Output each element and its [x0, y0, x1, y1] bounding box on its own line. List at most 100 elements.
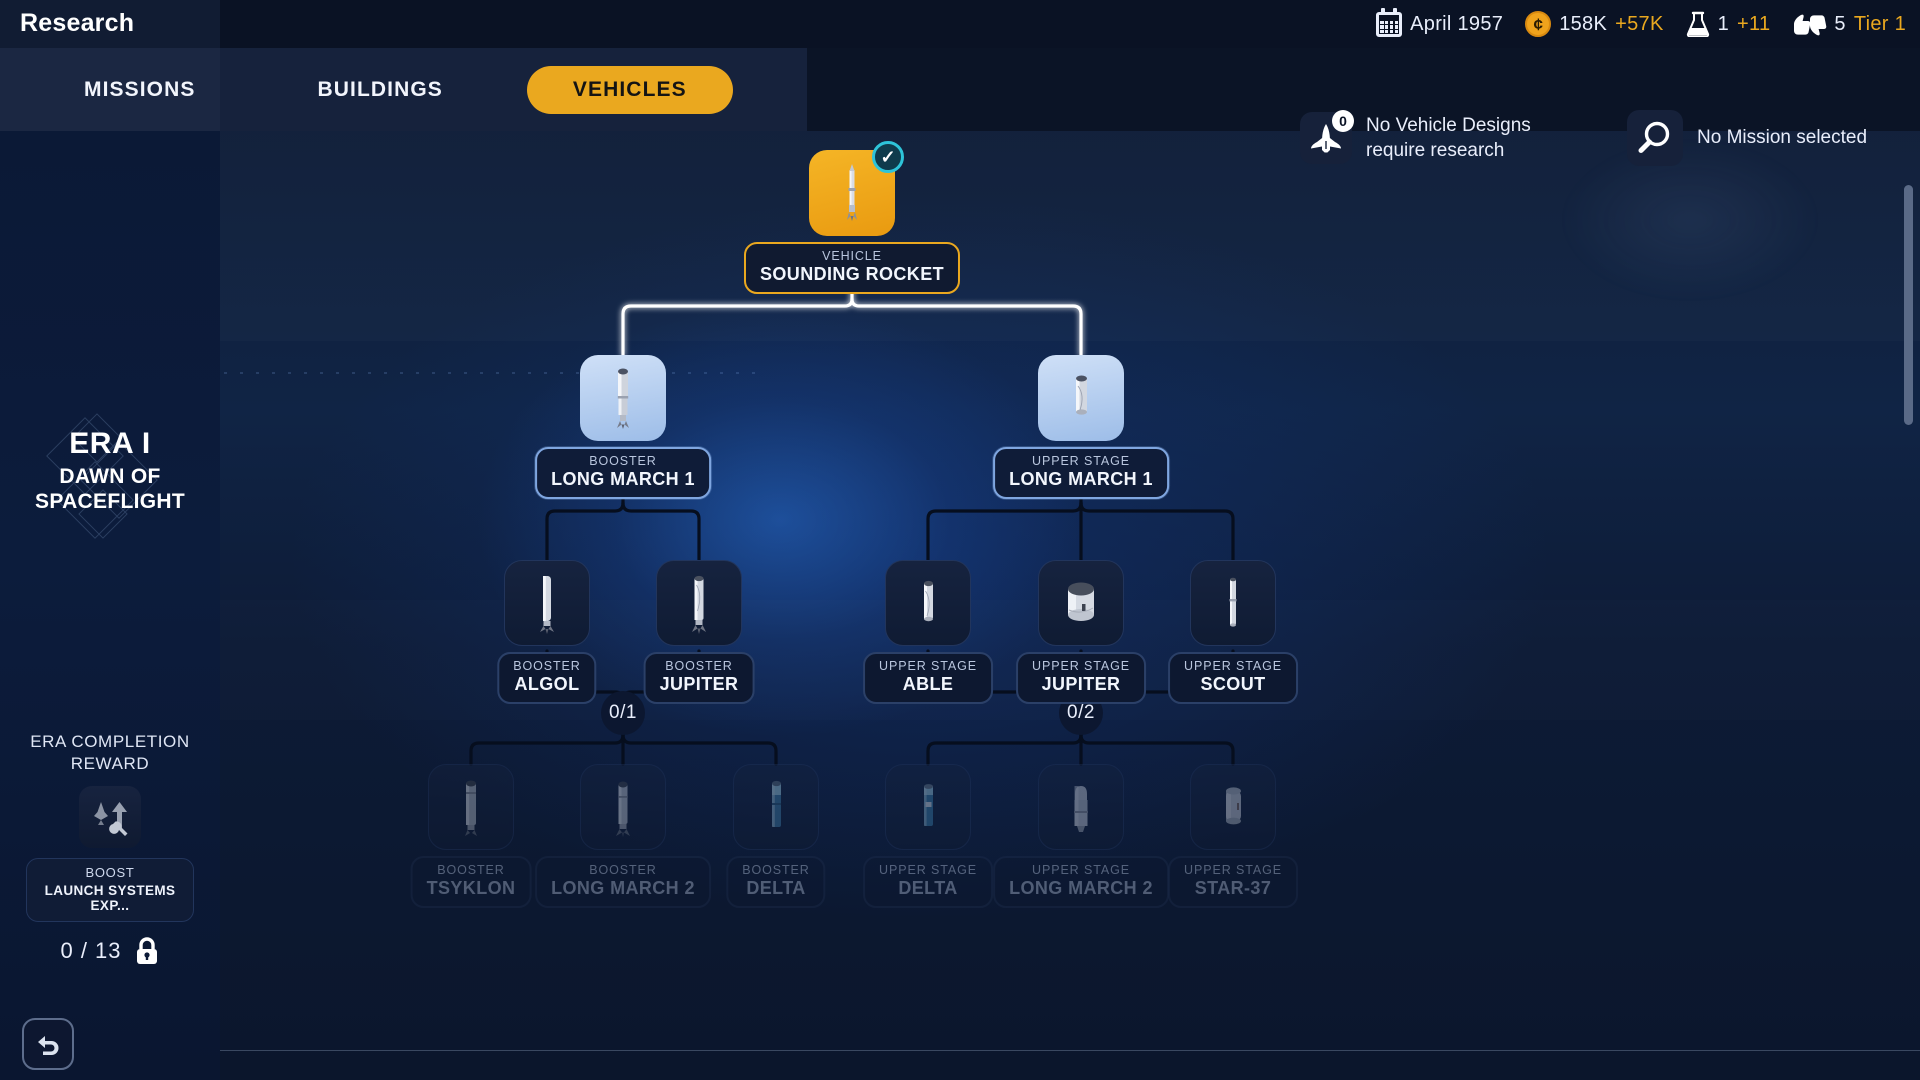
vehicle-research-notification[interactable]: 0 No Vehicle Designs require research: [1300, 96, 1531, 179]
boost-wrench-icon: [94, 802, 128, 836]
vertical-scrollbar[interactable]: [1904, 140, 1913, 1070]
lock-icon: [136, 937, 157, 964]
node-booster-delta-label[interactable]: BOOSTER DELTA: [726, 856, 826, 908]
reward-label-line1: ERA COMPLETION: [30, 732, 190, 751]
node-booster-algol-tile[interactable]: [504, 560, 590, 646]
node-name: JUPITER: [1041, 674, 1121, 694]
reputation-value: 5: [1834, 12, 1846, 35]
node-upper-stage-long-march-1-tile[interactable]: [1038, 355, 1124, 441]
science-value: 1: [1717, 12, 1730, 35]
node-booster-long-march-1-label[interactable]: BOOSTER LONG MARCH 1: [535, 447, 711, 499]
research-tree: 0/1 0/2 ✓ VEHICLE SOUNDING ROCKET BOOSTE…: [220, 131, 1920, 1080]
mission-selector[interactable]: No Mission selected: [1627, 96, 1867, 179]
node-category: BOOSTER: [742, 863, 810, 877]
node-upper-stage-long-march-2-tile[interactable]: [1038, 764, 1124, 850]
node-booster-long-march-2-tile[interactable]: [580, 764, 666, 850]
resource-reputation[interactable]: 5 Tier 1: [1792, 0, 1906, 48]
node-name: LONG MARCH 2: [1009, 878, 1153, 898]
node-booster-long-march-2-label[interactable]: BOOSTER LONG MARCH 2: [535, 856, 711, 908]
search-icon-box[interactable]: [1627, 109, 1683, 166]
node-category: BOOSTER: [589, 454, 657, 468]
node-upper-stage-star-37-tile[interactable]: [1190, 764, 1276, 850]
booster-lm2-icon: [616, 781, 630, 837]
back-arrow-icon: [38, 1036, 59, 1055]
node-name: SOUNDING ROCKET: [759, 264, 945, 284]
node-category: UPPER STAGE: [879, 659, 977, 673]
era-progress-count: 0 / 13: [60, 938, 122, 963]
node-category: UPPER STAGE: [1184, 659, 1282, 673]
search-icon: [1638, 121, 1670, 153]
node-booster-tsyklon-tile[interactable]: [428, 764, 514, 850]
node-upper-stage-long-march-2-label[interactable]: UPPER STAGE LONG MARCH 2: [993, 856, 1169, 908]
stage-lm2-icon: [1074, 786, 1088, 832]
tab-vehicles[interactable]: VEHICLES: [526, 65, 733, 114]
node-upper-stage-star-37-label[interactable]: UPPER STAGE STAR-37: [1168, 856, 1298, 908]
resource-funds[interactable]: ¢ 158K +57K: [1525, 0, 1663, 48]
node-upper-stage-delta-tile[interactable]: [885, 764, 971, 850]
node-category: UPPER STAGE: [1032, 659, 1130, 673]
node-name: JUPITER: [659, 674, 739, 694]
stage-scout-icon: [1229, 577, 1237, 627]
node-name: DELTA: [746, 878, 806, 898]
node-booster-long-march-1-tile[interactable]: [580, 355, 666, 441]
era-completion-reward-label: ERA COMPLETION REWARD: [0, 731, 220, 775]
stage-delta-icon: [924, 784, 933, 826]
node-booster-tsyklon-label[interactable]: BOOSTER TSYKLON: [410, 856, 532, 908]
node-category: UPPER STAGE: [1184, 863, 1282, 877]
node-name: SCOUT: [1200, 674, 1266, 694]
node-upper-stage-able-tile[interactable]: [885, 560, 971, 646]
node-name: LONG MARCH 1: [551, 469, 695, 489]
node-upper-stage-jupiter-tile[interactable]: [1038, 560, 1124, 646]
node-booster-algol-label[interactable]: BOOSTER ALGOL: [497, 652, 597, 704]
back-button[interactable]: [22, 1018, 74, 1070]
node-name: STAR-37: [1194, 878, 1272, 898]
reputation-tier: Tier 1: [1853, 12, 1906, 35]
node-booster-jupiter-label[interactable]: BOOSTER JUPITER: [643, 652, 755, 704]
node-sounding-rocket-label[interactable]: VEHICLE SOUNDING ROCKET: [743, 242, 961, 294]
booster-tsyklon-icon: [465, 780, 477, 836]
stage-lm1-icon: [1076, 375, 1087, 415]
node-booster-jupiter-tile[interactable]: [656, 560, 742, 646]
node-upper-stage-scout-label[interactable]: UPPER STAGE SCOUT: [1168, 652, 1298, 704]
funds-value: 158K: [1559, 12, 1608, 35]
node-category: BOOSTER: [437, 863, 505, 877]
viewport-cut-line: [220, 1050, 1920, 1051]
node-category: UPPER STAGE: [1032, 454, 1130, 468]
calendar-icon: [1376, 7, 1403, 37]
rocket-slim-icon: [847, 164, 857, 221]
shuttle-icon-box[interactable]: 0: [1300, 109, 1354, 164]
node-upper-stage-able-label[interactable]: UPPER STAGE ABLE: [863, 652, 993, 704]
node-upper-stage-jupiter-label[interactable]: UPPER STAGE JUPITER: [1016, 652, 1146, 704]
reward-name: LAUNCH SYSTEMS EXP...: [44, 883, 176, 913]
reward-type: BOOST: [85, 865, 135, 880]
node-upper-stage-delta-label[interactable]: UPPER STAGE DELTA: [863, 856, 993, 908]
date-display: April 1957: [1376, 0, 1503, 48]
tab-missions[interactable]: MISSIONS: [50, 66, 229, 114]
node-upper-stage-scout-tile[interactable]: [1190, 560, 1276, 646]
node-name: ABLE: [902, 674, 954, 694]
node-category: UPPER STAGE: [879, 863, 977, 877]
funds-delta: +57K: [1615, 12, 1664, 35]
node-upper-stage-long-march-1-label[interactable]: UPPER STAGE LONG MARCH 1: [993, 447, 1169, 499]
node-sounding-rocket-tile[interactable]: ✓: [809, 141, 904, 236]
node-name: LONG MARCH 1: [1009, 469, 1153, 489]
node-name: ALGOL: [514, 674, 580, 694]
era-sidebar: ERA I DAWN OF SPACEFLIGHT ERA COMPLETION…: [0, 131, 220, 1080]
era-heading: ERA I DAWN OF SPACEFLIGHT: [0, 427, 220, 514]
resource-science[interactable]: 1 +11: [1686, 0, 1771, 48]
era-subtitle-line1: DAWN OF: [59, 465, 161, 488]
era-progress: 0 / 13: [0, 936, 220, 966]
reward-pill[interactable]: BOOST LAUNCH SYSTEMS EXP...: [26, 858, 194, 922]
reward-icon-tile[interactable]: [79, 786, 141, 848]
researched-check-icon: ✓: [872, 141, 904, 173]
tab-list: MISSIONS BUILDINGS VEHICLES: [0, 48, 733, 131]
mission-selector-label: No Mission selected: [1697, 127, 1868, 148]
notification-badge: 0: [1332, 109, 1354, 132]
tab-buildings[interactable]: BUILDINGS: [283, 66, 476, 114]
node-booster-delta-tile[interactable]: [733, 764, 819, 850]
research-screen: 0/1 0/2 ✓ VEHICLE SOUNDING ROCKET BOOSTE…: [0, 0, 1920, 1080]
scrollbar-thumb[interactable]: [1904, 185, 1913, 425]
reward-label-line2: REWARD: [70, 754, 150, 773]
top-bar: Research April 1957 ¢ 158K +57K 1 +11 5 …: [0, 0, 1920, 48]
coin-icon: ¢: [1525, 11, 1552, 37]
